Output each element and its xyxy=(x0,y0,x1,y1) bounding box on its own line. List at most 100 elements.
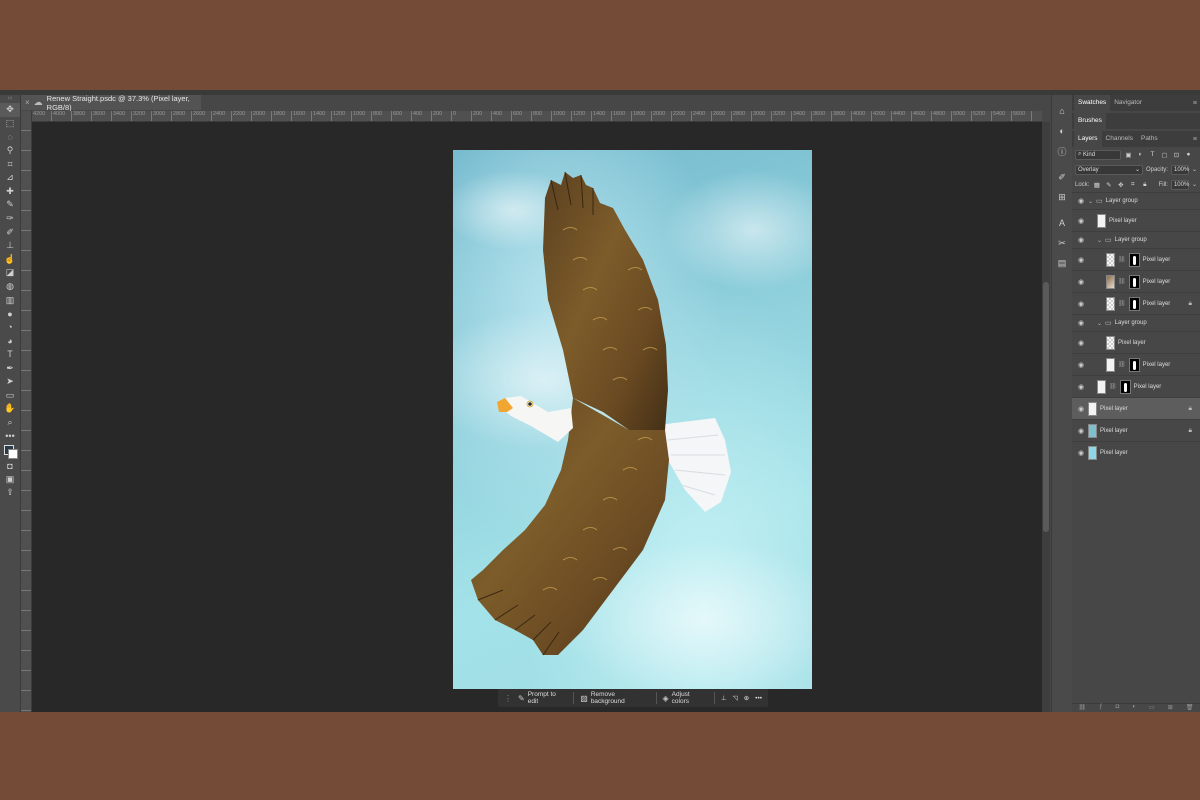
visibility-eye-icon[interactable]: ◉ xyxy=(1077,217,1085,225)
spot-healing-tool-icon[interactable]: ✚ xyxy=(0,185,20,199)
layer-thumbnail[interactable] xyxy=(1088,423,1097,438)
visibility-eye-icon[interactable]: ◉ xyxy=(1077,236,1085,244)
canvas-area[interactable]: ⋮ ✎ Prompt to edit ▨ Remove background ◈… xyxy=(32,122,1042,712)
character-icon[interactable]: A xyxy=(1052,213,1072,233)
filter-type-icon[interactable]: T xyxy=(1148,151,1157,158)
lock-artboard-icon[interactable]: ⌗ xyxy=(1128,181,1137,189)
hand-tool-icon[interactable]: ✋ xyxy=(0,402,20,416)
libraries-icon[interactable]: ▤ xyxy=(1052,253,1072,273)
zoom-tool-icon[interactable]: ⌕ xyxy=(0,416,20,430)
layer-mask-thumbnail[interactable] xyxy=(1128,357,1140,372)
vertical-ruler[interactable] xyxy=(21,111,32,712)
blur-tool-icon[interactable]: ● xyxy=(0,307,20,321)
layer-thumbnail[interactable] xyxy=(1097,379,1106,394)
visibility-eye-icon[interactable]: ◉ xyxy=(1077,319,1085,327)
stamp-tool-icon[interactable]: ⊥ xyxy=(0,239,20,253)
more-options-button[interactable]: ••• xyxy=(755,695,762,702)
layer-row[interactable]: ◉ ⛓ Pixel layer xyxy=(1072,248,1200,270)
mask-link-icon[interactable]: ⛓ xyxy=(1118,361,1126,368)
object-select-tool-icon[interactable]: ⚲ xyxy=(0,144,20,158)
chevron-down-icon[interactable]: ⌄ xyxy=(1088,198,1093,205)
paint-bucket-tool-icon[interactable]: ◍ xyxy=(0,280,20,294)
visibility-eye-icon[interactable]: ◉ xyxy=(1077,256,1085,264)
pen-tool-icon[interactable]: ✒ xyxy=(0,361,20,375)
new-group-icon[interactable]: ▭ xyxy=(1149,704,1155,712)
layer-thumbnail[interactable] xyxy=(1106,252,1115,267)
blend-mode-select[interactable]: Overlay ⌄ xyxy=(1075,164,1143,175)
lock-position-icon[interactable]: ✥ xyxy=(1116,181,1125,189)
layer-row[interactable]: ◉ Pixel layer 🔒︎ xyxy=(1072,419,1200,441)
gradient-tool-icon[interactable]: ▥ xyxy=(0,293,20,307)
visibility-eye-icon[interactable]: ◉ xyxy=(1077,427,1085,435)
dodge-tool-icon[interactable]: ◔ xyxy=(0,321,20,335)
layer-row[interactable]: ◉ ⛓ Pixel layer 🔒︎ xyxy=(1072,292,1200,314)
properties-icon[interactable]: ✂ xyxy=(1052,233,1072,253)
layer-row[interactable]: ◉ Pixel layer xyxy=(1072,441,1200,463)
layer-thumbnail[interactable] xyxy=(1106,357,1115,372)
remove-background-button[interactable]: ▨ Remove background xyxy=(580,691,649,705)
visibility-eye-icon[interactable]: ◉ xyxy=(1077,449,1085,457)
move-tool-icon[interactable]: ✥ xyxy=(0,103,20,117)
crop-tool-icon[interactable]: ⌗ xyxy=(0,157,20,171)
filter-smart-object-icon[interactable]: ⊡ xyxy=(1172,151,1181,159)
adjustments-icon[interactable]: ◐ xyxy=(1052,121,1072,141)
transform-icon[interactable]: ◹ xyxy=(733,694,738,702)
document-canvas[interactable] xyxy=(453,150,812,689)
smudge-tool-icon[interactable]: ☝ xyxy=(0,253,20,267)
lasso-tool-icon[interactable]: ◌ xyxy=(0,130,20,144)
learn-icon[interactable]: ⌂ xyxy=(1052,101,1072,121)
filter-toggle-icon[interactable]: ● xyxy=(1184,151,1193,158)
horizontal-ruler[interactable]: 4200 4000 3800 3600 3400 3200 3000 2800 2600 2400… xyxy=(32,111,1042,122)
tab-layers[interactable]: Layers xyxy=(1074,131,1102,147)
tab-navigator[interactable]: Navigator xyxy=(1110,95,1146,111)
mask-link-icon[interactable]: ⛓ xyxy=(1118,300,1126,307)
layer-group-row[interactable]: ◉ ⌄ ▭ Layer group xyxy=(1072,192,1200,209)
scrollbar-thumb[interactable] xyxy=(1043,282,1049,532)
filter-adjustment-icon[interactable]: ◐ xyxy=(1136,151,1145,158)
shape-tool-icon[interactable]: ▭ xyxy=(0,388,20,402)
sponge-tool-icon[interactable]: ◕ xyxy=(0,334,20,348)
info-icon[interactable]: ⓘ xyxy=(1052,141,1072,161)
add-mask-icon[interactable]: ◘ xyxy=(1116,704,1120,712)
opacity-field[interactable]: 100% xyxy=(1170,164,1189,175)
marquee-tool-icon[interactable]: ⬚ xyxy=(0,117,20,131)
layer-thumbnail[interactable] xyxy=(1106,335,1115,350)
tab-brushes[interactable]: Brushes xyxy=(1074,113,1106,129)
layer-mask-thumbnail[interactable] xyxy=(1128,252,1140,267)
link-layers-icon[interactable]: ⛓ xyxy=(1079,704,1087,712)
layer-group-row[interactable]: ◉ ⌄ ▭ Layer group xyxy=(1072,231,1200,248)
eyedropper-tool-icon[interactable]: ⊿ xyxy=(0,171,20,185)
clone-source-icon[interactable]: ⊞ xyxy=(1052,187,1072,207)
document-tab[interactable]: × ☁ Renew Straight.psdc @ 37.3% (Pixel l… xyxy=(21,94,201,112)
layer-mask-thumbnail[interactable] xyxy=(1119,379,1131,394)
brush-settings-icon[interactable]: ✐ xyxy=(1052,167,1072,187)
share-icon[interactable]: ⇪ xyxy=(0,486,20,500)
lock-transparent-icon[interactable]: ▦ xyxy=(1092,181,1101,189)
close-tab-icon[interactable]: × xyxy=(25,98,30,107)
chevron-down-icon[interactable]: ⌄ xyxy=(1192,166,1197,173)
color-swatches[interactable] xyxy=(0,443,20,459)
layer-row[interactable]: ◉ ⛓ Pixel layer xyxy=(1072,270,1200,292)
layer-thumbnail[interactable] xyxy=(1106,274,1115,289)
mask-link-icon[interactable]: ⛓ xyxy=(1118,256,1126,263)
eraser-tool-icon[interactable]: ◪ xyxy=(0,266,20,280)
stamp-icon[interactable]: ⊥ xyxy=(721,694,727,702)
mask-icon[interactable]: ⊕ xyxy=(744,694,749,702)
chevron-down-icon[interactable]: ⌄ xyxy=(1097,320,1102,327)
adjust-colors-button[interactable]: ◈ Adjust colors xyxy=(663,691,709,705)
toolbar-collapse-handle[interactable]: ‹‹ xyxy=(0,95,20,103)
clone-stamp-tool-icon[interactable]: ✑ xyxy=(0,212,20,226)
screen-mode-icon[interactable]: ▣ xyxy=(0,472,20,486)
filter-shape-icon[interactable]: ▢ xyxy=(1160,151,1169,159)
quick-mask-icon[interactable]: ◘ xyxy=(0,459,20,473)
new-adjustment-icon[interactable]: ◐ xyxy=(1132,704,1136,712)
layer-row[interactable]: ◉ ⛓ Pixel layer xyxy=(1072,375,1200,397)
layer-mask-thumbnail[interactable] xyxy=(1128,274,1140,289)
taskbar-grip-icon[interactable]: ⋮ xyxy=(504,694,512,703)
fill-field[interactable]: 100% xyxy=(1170,179,1189,190)
chevron-down-icon[interactable]: ⌄ xyxy=(1097,237,1102,244)
visibility-eye-icon[interactable]: ◉ xyxy=(1077,339,1085,347)
visibility-eye-icon[interactable]: ◉ xyxy=(1077,383,1085,391)
lock-image-icon[interactable]: ✎ xyxy=(1104,181,1113,189)
delete-layer-icon[interactable]: 🗑︎ xyxy=(1186,704,1194,712)
